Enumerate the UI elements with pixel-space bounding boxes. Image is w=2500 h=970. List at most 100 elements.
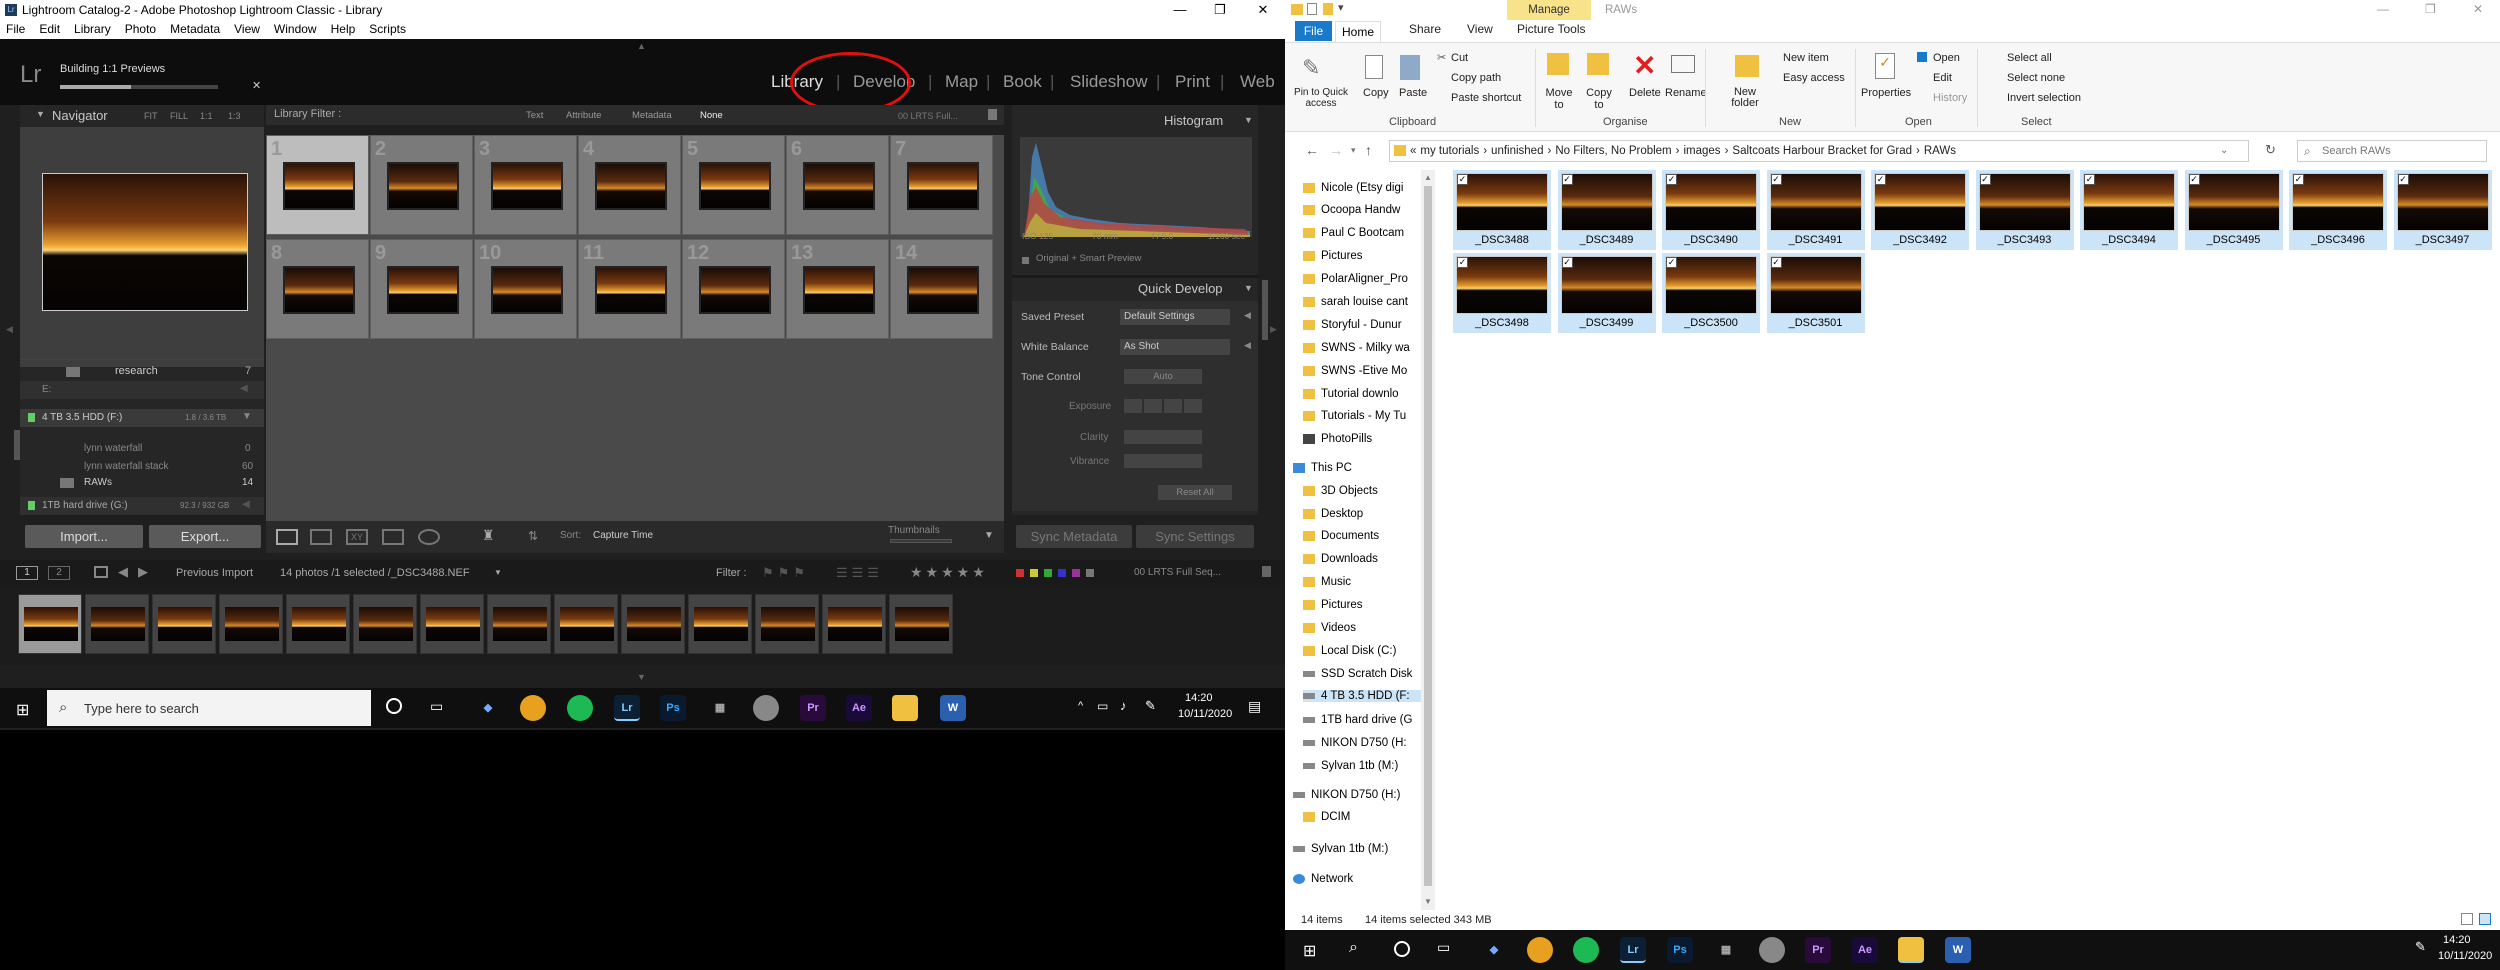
checkbox-icon[interactable]: ✓	[1666, 174, 1677, 185]
tree-item[interactable]: Local Disk (C:)	[1303, 645, 1396, 657]
filmstrip-thumbnail[interactable]	[487, 594, 551, 654]
rename-button[interactable]: Rename	[1665, 87, 1707, 99]
photo-thumbnail[interactable]	[491, 266, 563, 314]
address-bar[interactable]: « my tutorials › unfinished › No Filters, …	[1389, 140, 2249, 162]
filmstrip-thumbnail[interactable]	[755, 594, 819, 654]
tree-scrollbar[interactable]: ▲ ▼	[1421, 170, 1435, 910]
painter-icon[interactable]: ♜	[482, 527, 495, 544]
sort-direction-icon[interactable]: ⇅	[528, 529, 538, 543]
invert-selection-button[interactable]: Invert selection	[2007, 92, 2081, 104]
tree-item[interactable]: Storyful - Dunur	[1303, 319, 1402, 331]
checkbox-icon[interactable]: ✓	[1457, 257, 1468, 268]
copy-to-button[interactable]: Copy to	[1583, 87, 1615, 111]
copy-path-button[interactable]: Copy path	[1451, 72, 1501, 84]
scroll-up-icon[interactable]: ▲	[1424, 173, 1432, 182]
folder-lynn-waterfall-stack[interactable]: lynn waterfall stack	[84, 461, 168, 472]
photo-thumbnail[interactable]	[907, 162, 979, 210]
breadcrumb-overflow[interactable]: «	[1410, 145, 1416, 157]
forward-arrow-icon[interactable]: ▶	[138, 564, 148, 580]
collapse-bottom-icon[interactable]: ▼	[637, 672, 646, 682]
close-icon[interactable]: ✕	[2473, 2, 2483, 16]
file-item[interactable]: ✓ _DSC3501	[1766, 253, 1865, 333]
filmstrip-thumbnail[interactable]	[85, 594, 149, 654]
task-view-icon[interactable]: ▭	[1437, 939, 1450, 956]
loupe-view-icon[interactable]	[310, 529, 332, 545]
tree-item[interactable]: Network	[1293, 873, 1353, 885]
toolbar-menu-icon[interactable]: ▼	[984, 530, 994, 541]
grid-cell[interactable]: 2	[370, 135, 473, 235]
checkbox-icon[interactable]: ✓	[1770, 257, 1782, 268]
move-to-button[interactable]: Move to	[1543, 87, 1575, 111]
grid-cell[interactable]: 14	[890, 239, 993, 339]
grid-cell[interactable]: 10	[474, 239, 577, 339]
left-panel-scrollbar[interactable]	[14, 430, 20, 460]
lock-icon[interactable]	[988, 109, 997, 120]
file-item[interactable]: ✓ _DSC3490	[1662, 170, 1760, 250]
photo-thumbnail[interactable]	[907, 266, 979, 314]
refresh-icon[interactable]: ↻	[2265, 142, 2276, 158]
photo-thumbnail[interactable]	[387, 266, 459, 314]
label-green[interactable]	[1044, 569, 1052, 577]
chrome-icon[interactable]	[1527, 937, 1553, 963]
quick-access-dropdown-icon[interactable]: ▾	[1338, 1, 1344, 14]
easy-access-button[interactable]: Easy access	[1783, 72, 1845, 84]
window-2-button[interactable]: 2	[48, 566, 70, 580]
tree-item[interactable]: Pictures	[1303, 250, 1363, 262]
filter-none[interactable]: None	[700, 110, 723, 121]
task-view-icon[interactable]: ▭	[430, 698, 443, 715]
clarity-buttons[interactable]	[1124, 430, 1202, 444]
tree-item[interactable]: Pictures	[1303, 599, 1363, 611]
folder-research[interactable]: research	[115, 365, 158, 377]
windows-start-icon[interactable]: ⊞	[1303, 941, 1316, 961]
tree-item[interactable]: Tutorials - My Tu	[1303, 410, 1406, 422]
zoom-1-1[interactable]: 1:1	[200, 111, 213, 121]
filmstrip-thumbnail[interactable]	[688, 594, 752, 654]
filter-attribute[interactable]: Attribute	[566, 110, 601, 121]
tree-item[interactable]: SSD Scratch Disk	[1303, 668, 1412, 680]
app-icon[interactable]: ▦	[1713, 937, 1739, 963]
tree-item[interactable]: SWNS -Etive Mo	[1303, 365, 1407, 377]
filmstrip-thumbnail[interactable]	[219, 594, 283, 654]
navigator-preview[interactable]	[42, 173, 248, 311]
folder-raws[interactable]: RAWs	[84, 477, 112, 488]
select-none-button[interactable]: Select none	[2007, 72, 2065, 84]
breadcrumb-item[interactable]: No Filters, No Problem	[1555, 145, 1671, 157]
clock-time[interactable]: 14:20	[1185, 692, 1213, 704]
grid-cell[interactable]: 1	[266, 135, 369, 235]
checkbox-icon[interactable]: ✓	[1666, 257, 1677, 268]
spotify-icon[interactable]	[1573, 937, 1599, 963]
forward-arrow-icon[interactable]: →	[1329, 142, 1343, 158]
menu-file[interactable]: File	[6, 20, 25, 39]
back-arrow-icon[interactable]: ←	[1305, 142, 1319, 158]
volume-f[interactable]: 4 TB 3.5 HDD (F:) 1.8 / 3.6 TB ▼	[20, 409, 264, 427]
scroll-thumb[interactable]	[1424, 186, 1432, 886]
maximize-icon[interactable]: ❐	[2425, 2, 2436, 16]
after-effects-icon[interactable]: Ae	[846, 695, 872, 721]
pin-quick-access-button[interactable]: Pin to Quick access	[1293, 87, 1349, 109]
file-tab[interactable]: File	[1295, 21, 1332, 41]
tree-item[interactable]: 4 TB 3.5 HDD (F:	[1303, 690, 1423, 702]
module-book[interactable]: Book	[1003, 72, 1042, 92]
tree-item[interactable]: NIKON D750 (H:)	[1293, 789, 1400, 801]
open-button[interactable]: Open	[1933, 52, 1960, 64]
tree-item[interactable]: SWNS - Milky wa	[1303, 342, 1410, 354]
breadcrumb-item[interactable]: unfinished	[1491, 145, 1543, 157]
new-folder-button[interactable]: New folder	[1725, 87, 1765, 109]
maximize-icon[interactable]: ❐	[1197, 0, 1243, 20]
grid-view-icon[interactable]	[276, 529, 298, 545]
filmstrip-source[interactable]: Previous Import	[176, 567, 253, 579]
photo-thumbnail[interactable]	[595, 162, 667, 210]
chrome-icon[interactable]	[520, 695, 546, 721]
folder-lynn-waterfall[interactable]: lynn waterfall	[84, 443, 142, 454]
scroll-down-icon[interactable]: ▼	[1424, 897, 1432, 906]
file-item[interactable]: ✓ _DSC3495	[2184, 170, 2283, 250]
expand-right-icon[interactable]: ▶	[1270, 324, 1277, 335]
filmstrip-info[interactable]: 14 photos /1 selected /_DSC3488.NEF	[280, 567, 470, 579]
paste-button[interactable]: Paste	[1399, 87, 1427, 99]
menu-view[interactable]: View	[234, 20, 260, 39]
filmstrip-thumbnail[interactable]	[420, 594, 484, 654]
select-all-button[interactable]: Select all	[2007, 52, 2052, 64]
exposure-increase[interactable]	[1164, 399, 1182, 413]
tree-item[interactable]: Tutorial downlo	[1303, 388, 1399, 400]
file-item[interactable]: ✓ _DSC3492	[1871, 170, 1969, 250]
